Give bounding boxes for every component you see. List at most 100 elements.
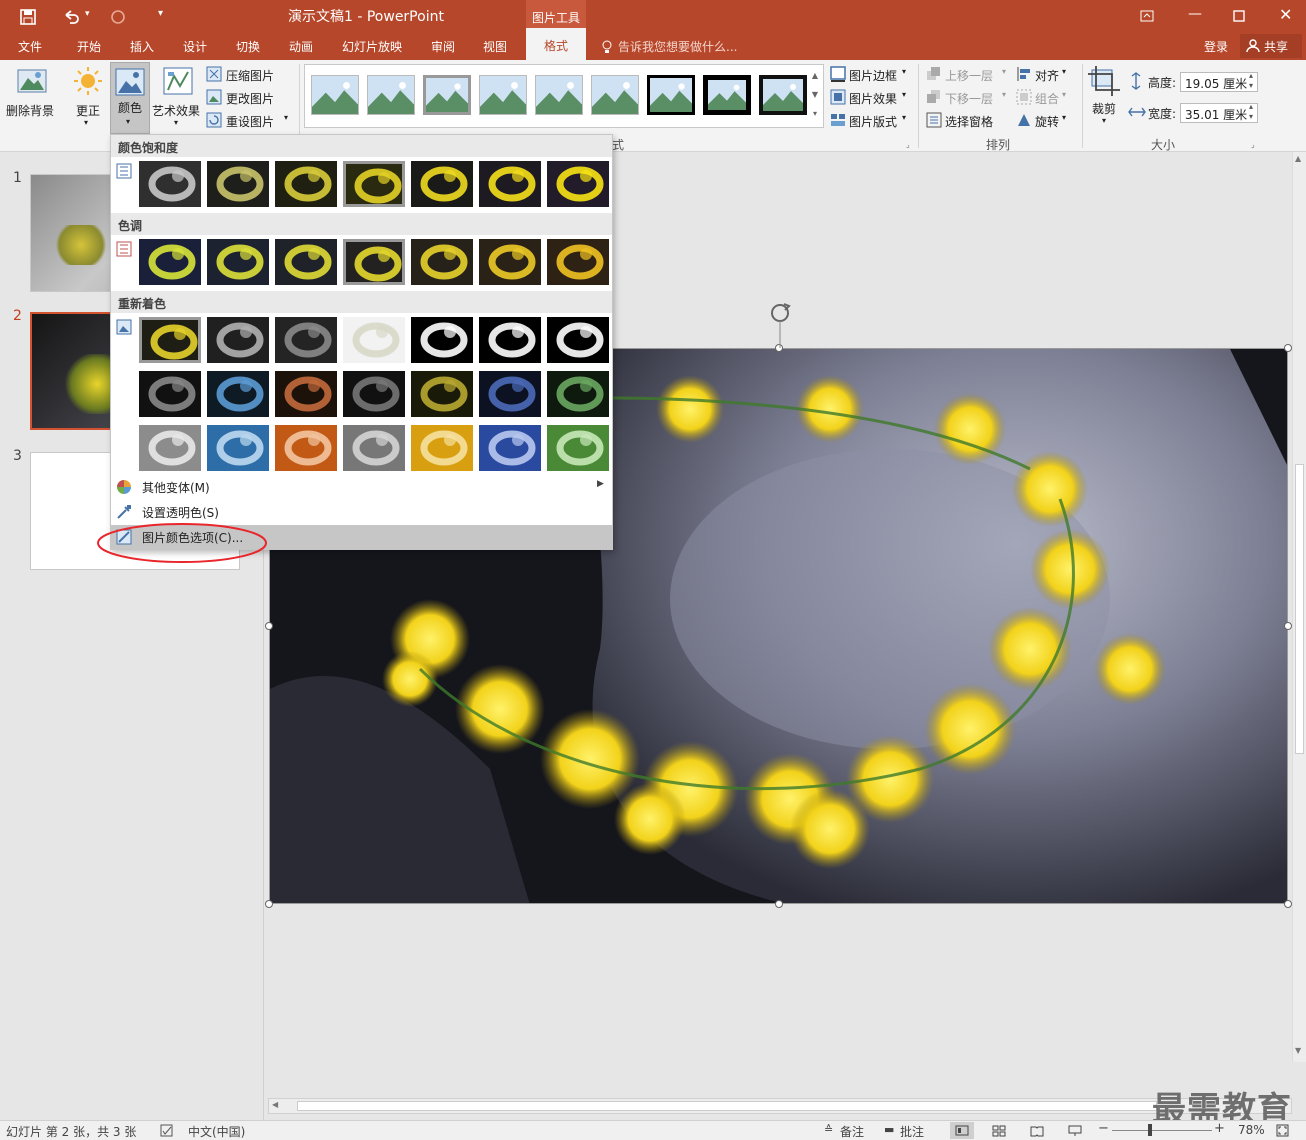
- resize-handle[interactable]: [265, 622, 273, 630]
- normal-view-button[interactable]: [950, 1122, 974, 1139]
- reading-view-icon[interactable]: [1030, 1125, 1044, 1137]
- share-button[interactable]: 共享: [1240, 34, 1302, 58]
- send-backward-button[interactable]: 下移一层 ▾: [926, 89, 1010, 107]
- save-icon[interactable]: [20, 9, 36, 25]
- recolor-swatch[interactable]: [547, 371, 609, 417]
- notes-button[interactable]: 备注: [840, 1123, 864, 1140]
- scroll-down-icon[interactable]: ▼: [1295, 1046, 1301, 1055]
- picture-style-2[interactable]: [367, 75, 415, 115]
- horizontal-scrollbar[interactable]: ◀: [268, 1098, 1292, 1114]
- tab-format[interactable]: 格式: [526, 28, 586, 60]
- customize-qat-icon[interactable]: ▾: [158, 8, 163, 19]
- tab-animations[interactable]: 动画: [289, 38, 313, 55]
- fit-to-window-icon[interactable]: [1276, 1124, 1289, 1137]
- recolor-swatch[interactable]: [207, 317, 269, 363]
- picture-style-6[interactable]: [591, 75, 639, 115]
- recolor-swatch[interactable]: [139, 317, 201, 363]
- recolor-swatch[interactable]: [275, 425, 337, 471]
- tab-review[interactable]: 审阅: [431, 38, 455, 55]
- picture-effects-button[interactable]: 图片效果 ▾: [830, 89, 914, 107]
- gallery-scroll-down-icon[interactable]: ▼: [808, 85, 822, 104]
- vertical-scrollbar[interactable]: ▲ ▼: [1292, 152, 1306, 1062]
- tab-design[interactable]: 设计: [183, 38, 207, 55]
- zoom-slider-thumb[interactable]: [1148, 1124, 1152, 1136]
- recolor-swatch[interactable]: [207, 425, 269, 471]
- resize-handle[interactable]: [1284, 622, 1292, 630]
- rotate-button[interactable]: 旋转 ▾: [1016, 112, 1076, 130]
- tone-swatch[interactable]: [343, 239, 405, 285]
- saturation-swatch[interactable]: [275, 161, 337, 207]
- picture-style-4[interactable]: [479, 75, 527, 115]
- saturation-swatch[interactable]: [547, 161, 609, 207]
- zoom-in-button[interactable]: +: [1214, 1121, 1225, 1136]
- minimize-button[interactable]: —: [1188, 6, 1202, 22]
- crop-button[interactable]: 裁剪 ▾: [1088, 66, 1122, 132]
- tone-swatch[interactable]: [547, 239, 609, 285]
- color-button[interactable]: 颜色 ▾: [110, 62, 150, 134]
- picture-border-button[interactable]: 图片边框 ▾: [830, 66, 914, 84]
- selection-pane-button[interactable]: 选择窗格: [926, 112, 1010, 130]
- resize-handle[interactable]: [775, 900, 783, 908]
- slide-sorter-icon[interactable]: [992, 1125, 1006, 1137]
- scroll-up-icon[interactable]: ▲: [1295, 154, 1301, 163]
- spelling-check-icon[interactable]: [160, 1124, 174, 1137]
- corrections-button[interactable]: 更正 ▾: [68, 64, 108, 134]
- tone-swatch[interactable]: [207, 239, 269, 285]
- ribbon-display-options-icon[interactable]: [1140, 10, 1154, 22]
- picture-styles-gallery[interactable]: [304, 64, 824, 128]
- picture-style-7[interactable]: [647, 75, 695, 115]
- recolor-swatch[interactable]: [343, 371, 405, 417]
- scroll-thumb[interactable]: [1295, 464, 1304, 754]
- tab-file[interactable]: 文件: [18, 38, 42, 55]
- recolor-swatch[interactable]: [479, 371, 541, 417]
- resize-handle[interactable]: [1284, 344, 1292, 352]
- recolor-swatch[interactable]: [411, 317, 473, 363]
- more-variations-menuitem[interactable]: 其他变体(M) ▶: [111, 475, 612, 499]
- picture-layout-button[interactable]: 图片版式 ▾: [830, 112, 914, 130]
- width-spinner[interactable]: ▴ ▾: [1249, 102, 1253, 122]
- recolor-swatch[interactable]: [139, 425, 201, 471]
- remove-background-button[interactable]: 删除背景: [4, 64, 60, 126]
- redo-icon[interactable]: [110, 9, 126, 25]
- group-button[interactable]: 组合 ▾: [1016, 89, 1076, 107]
- dialog-launcher-icon[interactable]: ⌟: [1251, 140, 1255, 149]
- comments-button[interactable]: 批注: [900, 1123, 924, 1140]
- zoom-slider[interactable]: [1112, 1130, 1212, 1131]
- recolor-swatch[interactable]: [411, 371, 473, 417]
- zoom-level[interactable]: 78%: [1238, 1123, 1265, 1137]
- reset-picture-button[interactable]: 重设图片 ▾: [206, 112, 296, 132]
- scroll-thumb[interactable]: [297, 1101, 1157, 1111]
- set-transparent-color-menuitem[interactable]: 设置透明色(S): [111, 500, 612, 524]
- resize-handle[interactable]: [1284, 900, 1292, 908]
- undo-dropdown-icon[interactable]: ▾: [85, 9, 90, 19]
- tab-transitions[interactable]: 切换: [236, 38, 260, 55]
- recolor-swatch[interactable]: [547, 425, 609, 471]
- gallery-scroll-up-icon[interactable]: ▲: [808, 66, 822, 85]
- change-picture-button[interactable]: 更改图片: [206, 89, 296, 109]
- recolor-swatch[interactable]: [479, 425, 541, 471]
- width-input[interactable]: 35.01 厘米: [1180, 103, 1258, 123]
- language-indicator[interactable]: 中文(中国): [188, 1123, 245, 1140]
- tab-slideshow[interactable]: 幻灯片放映: [342, 38, 402, 55]
- saturation-swatch[interactable]: [139, 161, 201, 207]
- recolor-swatch[interactable]: [343, 317, 405, 363]
- gallery-more-icon[interactable]: ▾: [808, 104, 822, 123]
- recolor-swatch[interactable]: [343, 425, 405, 471]
- picture-style-8[interactable]: [703, 75, 751, 115]
- height-spinner[interactable]: ▴ ▾: [1249, 71, 1253, 91]
- tab-view[interactable]: 视图: [483, 38, 507, 55]
- height-input[interactable]: 19.05 厘米: [1180, 72, 1258, 92]
- tone-swatch[interactable]: [275, 239, 337, 285]
- sign-in-link[interactable]: 登录: [1204, 38, 1228, 55]
- picture-style-3[interactable]: [423, 75, 471, 115]
- maximize-button[interactable]: [1233, 10, 1245, 22]
- recolor-swatch[interactable]: [411, 425, 473, 471]
- slideshow-view-icon[interactable]: [1068, 1125, 1082, 1137]
- tone-swatch[interactable]: [479, 239, 541, 285]
- align-button[interactable]: 对齐 ▾: [1016, 66, 1076, 84]
- saturation-swatch[interactable]: [343, 161, 405, 207]
- recolor-swatch[interactable]: [275, 317, 337, 363]
- undo-icon[interactable]: [62, 9, 80, 25]
- recolor-swatch[interactable]: [479, 317, 541, 363]
- scroll-left-icon[interactable]: ◀: [272, 1100, 278, 1109]
